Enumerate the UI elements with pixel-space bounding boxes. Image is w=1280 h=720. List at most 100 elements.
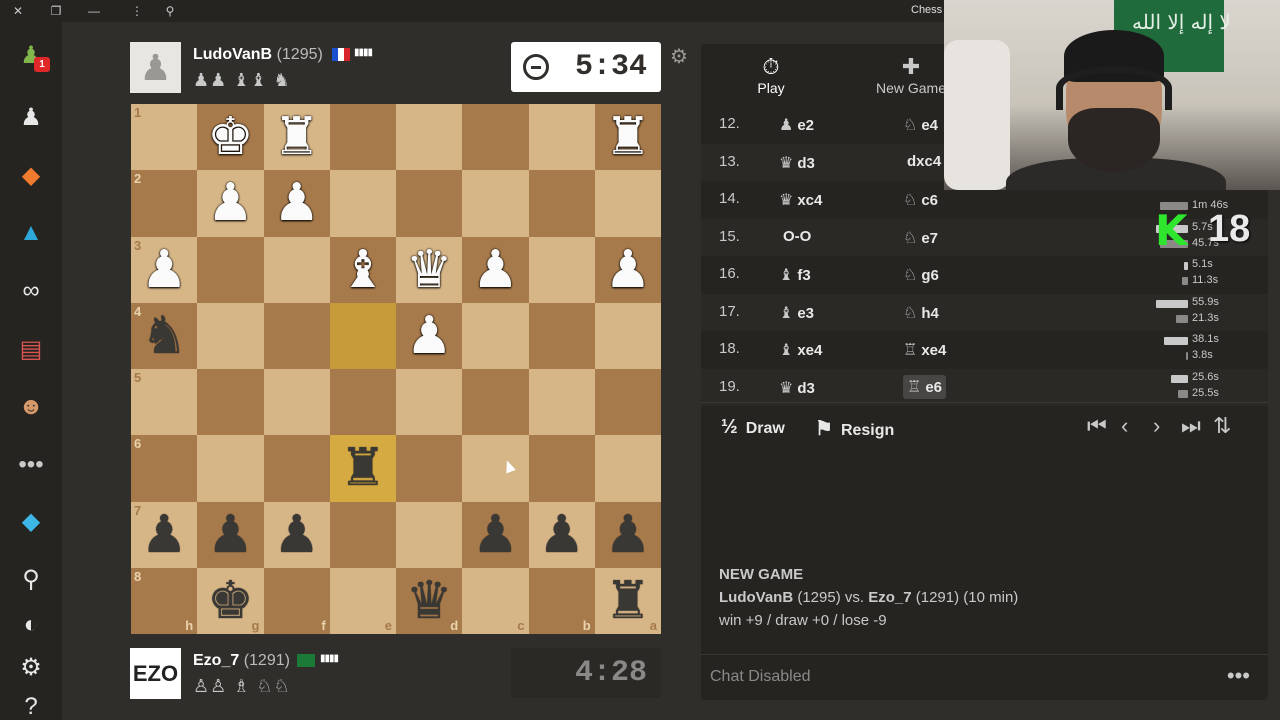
- white-pawn-icon[interactable]: ♟: [273, 177, 320, 229]
- news-icon[interactable]: ▤: [14, 332, 48, 366]
- board-square[interactable]: [329, 170, 396, 237]
- board-square[interactable]: c: [462, 567, 529, 634]
- top-player-name[interactable]: LudoVanB (1295): [193, 46, 323, 64]
- white-move[interactable]: ♟ e2: [779, 115, 814, 135]
- premium-diamond-icon[interactable]: ◆: [14, 504, 48, 538]
- board-square[interactable]: 8h: [131, 567, 198, 634]
- board-square[interactable]: [197, 302, 264, 369]
- white-king-icon[interactable]: ♚: [207, 111, 254, 163]
- top-player-avatar[interactable]: ♟: [130, 42, 181, 93]
- board-square[interactable]: [329, 501, 396, 568]
- board-square[interactable]: [528, 104, 595, 171]
- black-move[interactable]: ♖ e6: [903, 374, 947, 399]
- white-pawn-icon[interactable]: ♟: [406, 310, 453, 362]
- board-square[interactable]: f: [263, 567, 330, 634]
- play-pawn-icon[interactable]: ♟ 1: [14, 38, 50, 72]
- board-square[interactable]: [329, 369, 396, 436]
- next-move-icon[interactable]: ›: [1153, 413, 1160, 439]
- last-move-icon[interactable]: ⏭: [1181, 413, 1201, 439]
- black-king-icon[interactable]: ♚: [207, 575, 254, 627]
- board-square[interactable]: [263, 435, 330, 502]
- board-square[interactable]: ♜: [329, 435, 396, 502]
- board-square[interactable]: [462, 302, 529, 369]
- chat-options-icon[interactable]: •••: [1227, 663, 1250, 689]
- black-pawn-icon[interactable]: ♟: [605, 509, 652, 561]
- board-square[interactable]: ♟: [263, 501, 330, 568]
- white-move[interactable]: ♝ xe4: [779, 340, 822, 360]
- board-square[interactable]: [594, 435, 661, 502]
- search-icon[interactable]: ⚲: [14, 562, 48, 596]
- board-square[interactable]: 4 ♞: [131, 302, 198, 369]
- board-square[interactable]: a ♜: [594, 567, 661, 634]
- board-square[interactable]: [263, 236, 330, 303]
- board-square[interactable]: 7 ♟: [131, 501, 198, 568]
- watch-binoculars-icon[interactable]: ∞: [14, 274, 48, 308]
- white-bishop-icon[interactable]: ♝: [340, 244, 387, 296]
- white-rook-icon[interactable]: ♜: [605, 111, 652, 163]
- chess-board[interactable]: 1 ♚ ♜ ♜ 2 ♟ ♟ 3 ♟ ♝ ♛ ♟ ♟ 4 ♞ ♟ 5 6 ♜ 7 ♟ ♟ ♟ ♟ ♟ ♟ 8 h g ♚ f e d ♛ c b a ♜: [131, 104, 661, 634]
- board-square[interactable]: ♟: [197, 170, 264, 237]
- board-square[interactable]: [396, 170, 463, 237]
- black-move[interactable]: ♖ xe4: [903, 340, 946, 360]
- board-square[interactable]: [396, 435, 463, 502]
- help-question-icon[interactable]: ?: [14, 690, 48, 720]
- tab-play[interactable]: ⏱ Play: [731, 44, 811, 110]
- white-pawn-icon[interactable]: ♟: [605, 244, 652, 296]
- board-square[interactable]: 1: [131, 104, 198, 171]
- board-square[interactable]: ♜: [594, 104, 661, 171]
- black-move[interactable]: ♘ h4: [903, 303, 939, 323]
- white-pawn-icon[interactable]: ♟: [207, 177, 254, 229]
- board-square[interactable]: ♟: [197, 501, 264, 568]
- board-square[interactable]: [594, 302, 661, 369]
- white-move[interactable]: ♝ f3: [779, 265, 811, 285]
- bottom-player-avatar[interactable]: EZO: [130, 648, 181, 699]
- lessons-icon[interactable]: ◆: [14, 158, 48, 192]
- black-pawn-icon[interactable]: ♟: [207, 509, 254, 561]
- board-square[interactable]: [462, 435, 529, 502]
- board-square[interactable]: ♛: [396, 236, 463, 303]
- white-move[interactable]: ♛ d3: [779, 378, 815, 398]
- theme-contrast-icon[interactable]: ◐: [14, 608, 48, 642]
- white-move[interactable]: ♛ d3: [779, 153, 815, 173]
- white-move[interactable]: ♛ xc4: [779, 190, 822, 210]
- board-square[interactable]: ♟: [263, 170, 330, 237]
- white-queen-icon[interactable]: ♛: [406, 244, 453, 296]
- settings-gear-icon[interactable]: ⚙: [14, 650, 48, 684]
- resign-button[interactable]: ⚑ Resign: [815, 416, 894, 441]
- more-menu-icon[interactable]: ⋮: [127, 2, 147, 20]
- board-square[interactable]: [528, 236, 595, 303]
- black-rook-icon[interactable]: ♜: [605, 575, 652, 627]
- board-square[interactable]: [329, 104, 396, 171]
- black-pawn-icon[interactable]: ♟: [273, 509, 320, 561]
- board-square[interactable]: d ♛: [396, 567, 463, 634]
- social-friends-icon[interactable]: ☻: [14, 390, 48, 424]
- board-square[interactable]: [263, 369, 330, 436]
- board-square[interactable]: [197, 369, 264, 436]
- first-move-icon[interactable]: ⏮: [1087, 413, 1107, 439]
- board-square[interactable]: ♚: [197, 104, 264, 171]
- board-square[interactable]: [197, 236, 264, 303]
- board-square[interactable]: 6: [131, 435, 198, 502]
- board-square[interactable]: [528, 170, 595, 237]
- board-square[interactable]: [528, 369, 595, 436]
- minimize-window-icon[interactable]: —: [84, 2, 104, 20]
- board-square[interactable]: ♟: [594, 236, 661, 303]
- bottom-player-name[interactable]: Ezo_7 (1291): [193, 652, 290, 670]
- board-square[interactable]: [462, 369, 529, 436]
- board-square[interactable]: 2: [131, 170, 198, 237]
- board-square[interactable]: [462, 170, 529, 237]
- board-square[interactable]: ♟: [594, 501, 661, 568]
- tab-new-game[interactable]: ✚ New Game: [866, 44, 956, 110]
- board-square[interactable]: g ♚: [197, 567, 264, 634]
- board-square[interactable]: ♟: [396, 302, 463, 369]
- black-move[interactable]: ♘ g6: [903, 265, 939, 285]
- board-settings-gear-icon[interactable]: ⚙: [670, 44, 688, 69]
- learn-cap-icon[interactable]: ▲: [14, 216, 48, 250]
- board-square[interactable]: [594, 369, 661, 436]
- board-square[interactable]: [396, 104, 463, 171]
- black-queen-icon[interactable]: ♛: [406, 575, 453, 627]
- black-move[interactable]: ♘ e7: [903, 228, 938, 248]
- white-pawn-icon[interactable]: ♟: [141, 244, 188, 296]
- board-square[interactable]: ♟: [528, 501, 595, 568]
- search-icon[interactable]: ⚲: [160, 2, 180, 20]
